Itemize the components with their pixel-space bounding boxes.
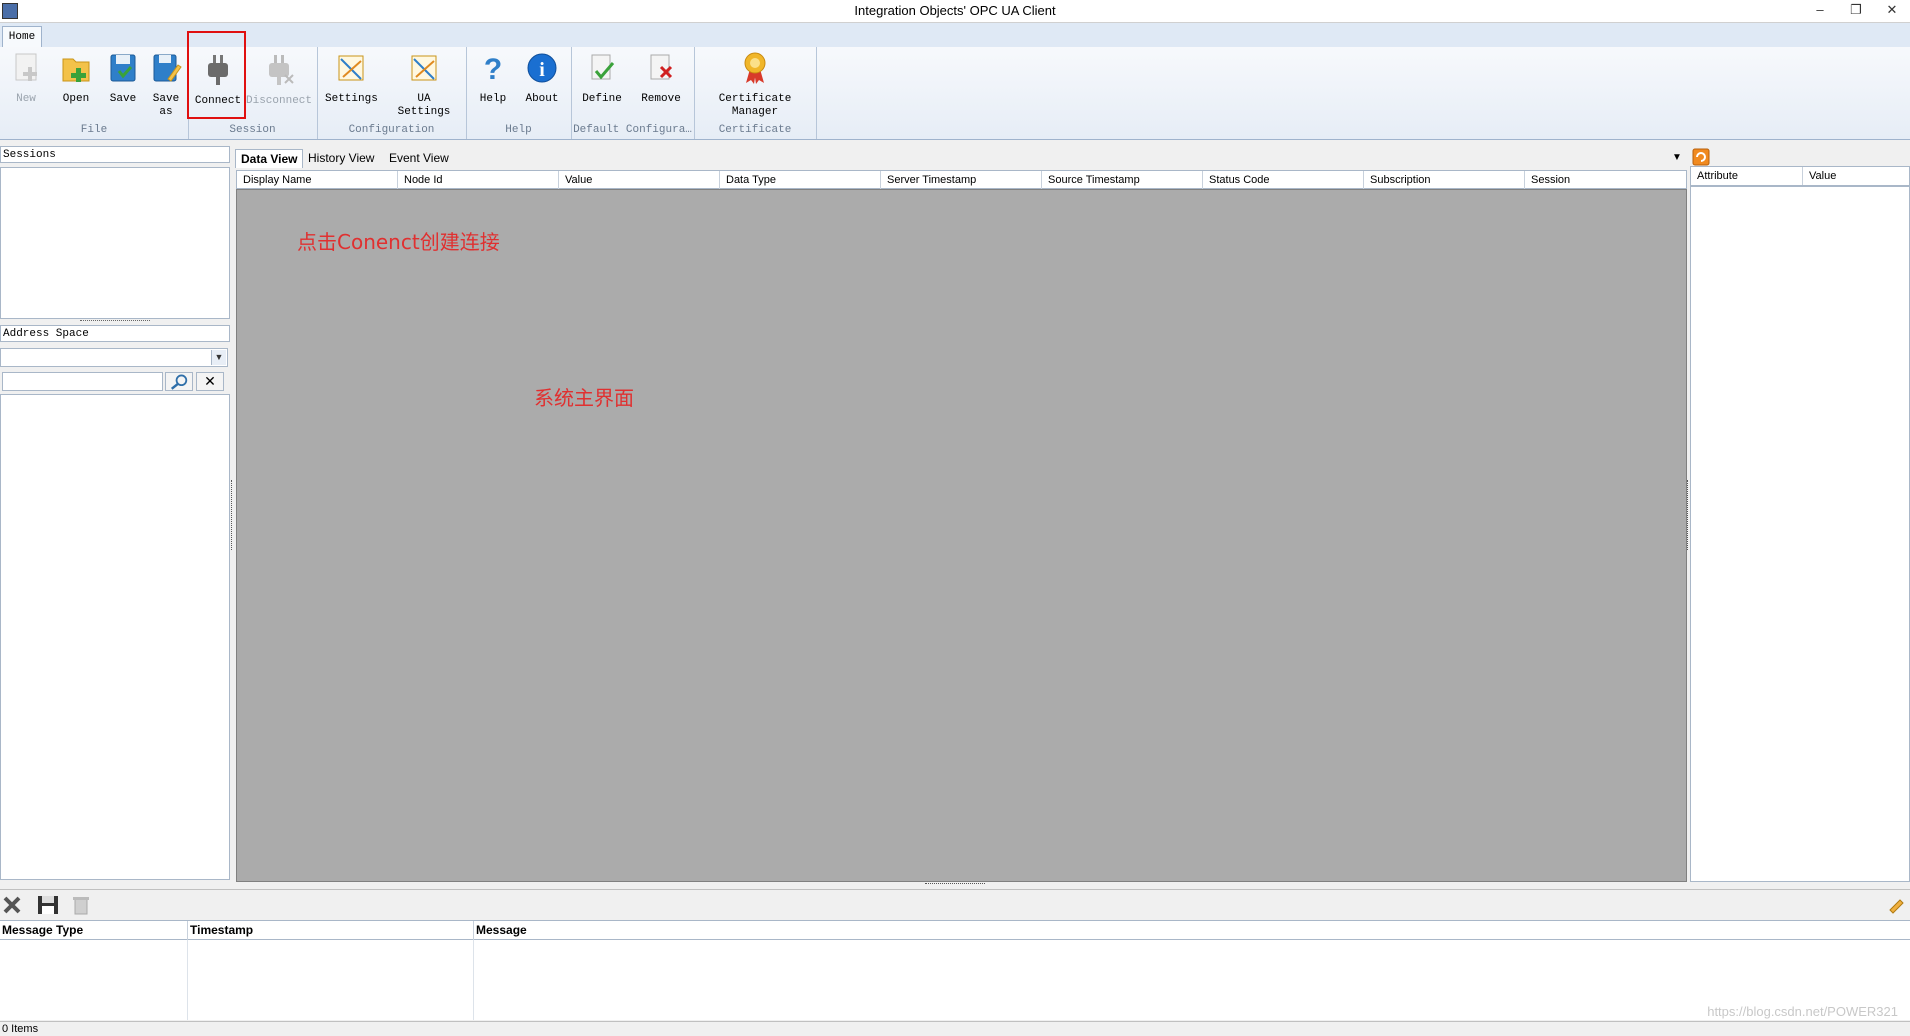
define-check-icon xyxy=(591,54,615,80)
attributes-list[interactable] xyxy=(1690,186,1910,882)
svg-text:i: i xyxy=(539,59,545,81)
group-help: ? Help i About Help xyxy=(466,47,572,139)
group-label-session: Session xyxy=(229,124,276,136)
trash-icon[interactable] xyxy=(70,894,92,916)
splitter-bottom[interactable] xyxy=(925,883,985,888)
group-label-file: File xyxy=(80,124,108,136)
remove-x-icon xyxy=(650,54,673,80)
column-session[interactable]: Session xyxy=(1525,171,1686,189)
minimize-button[interactable]: – xyxy=(1802,0,1838,22)
tab-history-view[interactable]: History View xyxy=(303,149,379,167)
clear-log-icon[interactable] xyxy=(1,894,23,916)
about-button[interactable]: i About xyxy=(520,51,564,106)
column-server-timestamp[interactable]: Server Timestamp xyxy=(881,171,1042,189)
ua-settings-button[interactable]: UA Settings xyxy=(389,51,459,119)
group-certificate: Certificate Manager Certificate xyxy=(694,47,817,139)
watermark: https://blog.csdn.net/POWER321 xyxy=(1707,1004,1898,1019)
tab-event-view[interactable]: Event View xyxy=(384,149,454,167)
new-button[interactable]: New xyxy=(8,51,44,106)
log-header: Message Type Timestamp Message xyxy=(0,920,1910,940)
splitter-left[interactable] xyxy=(231,480,235,550)
new-icon xyxy=(15,53,37,81)
attributes-header: Attribute Value xyxy=(1690,166,1910,186)
group-configuration: Settings UA Settings Configuration xyxy=(317,47,467,139)
open-button[interactable]: Open xyxy=(56,51,96,106)
group-label-configuration: Configuration xyxy=(348,124,435,136)
tab-home[interactable]: Home xyxy=(2,26,42,48)
save-disk-icon xyxy=(110,54,136,82)
attributes-toolbar xyxy=(1690,147,1910,166)
address-space-header: Address Space xyxy=(0,325,230,342)
disconnect-button[interactable]: Disconnect xyxy=(246,53,312,108)
group-label-default-configuration: Default Configura… xyxy=(573,124,692,136)
annotation-connect: 点击Conenct创建连接 xyxy=(297,230,500,254)
pin-icon[interactable] xyxy=(1884,894,1906,916)
column-message[interactable]: Message xyxy=(474,921,1910,940)
status-bar: 0 Items xyxy=(0,1021,1910,1036)
ribbon-tab-row: Home xyxy=(0,23,1910,48)
certificate-ribbon-icon xyxy=(744,52,766,84)
svg-text:?: ? xyxy=(484,53,502,85)
group-file: New Open Save Save as File xyxy=(0,47,189,139)
column-status-code[interactable]: Status Code xyxy=(1203,171,1364,189)
unplug-icon xyxy=(269,55,294,85)
close-button[interactable]: ✕ xyxy=(1874,0,1910,22)
certificate-manager-button[interactable]: Certificate Manager xyxy=(706,51,804,119)
group-label-certificate: Certificate xyxy=(718,124,792,136)
window-title: Integration Objects' OPC UA Client xyxy=(854,3,1056,18)
question-mark-icon: ? xyxy=(484,53,502,86)
save-as-button[interactable]: Save as xyxy=(146,51,186,119)
define-button[interactable]: Define xyxy=(577,51,627,106)
group-default-configuration: Define Remove Default Configura… xyxy=(571,47,695,139)
column-value[interactable]: Value xyxy=(559,171,720,189)
address-space-search-input[interactable] xyxy=(2,372,163,391)
sessions-tree[interactable] xyxy=(0,167,230,319)
tab-overflow-chevron-icon[interactable]: ▼ xyxy=(1667,149,1687,167)
column-attribute[interactable]: Attribute xyxy=(1691,167,1803,185)
log-col-divider xyxy=(187,940,188,1020)
save-as-icon xyxy=(153,54,182,82)
maximize-button[interactable]: ❐ xyxy=(1838,0,1874,22)
ribbon: New Open Save Save as File Connect Disco… xyxy=(0,47,1910,140)
connect-highlight-box xyxy=(187,31,246,119)
tab-data-view[interactable]: Data View xyxy=(235,149,304,168)
chevron-down-icon[interactable]: ▼ xyxy=(211,350,226,365)
remove-button[interactable]: Remove xyxy=(635,51,687,106)
info-icon: i xyxy=(527,53,557,83)
annotation-main-interface: 系统主界面 xyxy=(534,386,634,410)
refresh-icon[interactable] xyxy=(1692,148,1710,166)
column-node-id[interactable]: Node Id xyxy=(398,171,559,189)
column-timestamp[interactable]: Timestamp xyxy=(188,921,474,940)
column-subscription[interactable]: Subscription xyxy=(1364,171,1525,189)
data-grid-body[interactable]: 点击Conenct创建连接 系统主界面 xyxy=(236,189,1687,882)
log-list[interactable] xyxy=(0,940,1910,1020)
address-space-tree[interactable] xyxy=(0,394,230,880)
center-tab-row: Data View History View Event View ▼ xyxy=(235,147,1687,168)
save-button[interactable]: Save xyxy=(104,51,142,106)
save-log-icon[interactable] xyxy=(36,894,60,916)
search-button[interactable] xyxy=(165,372,193,391)
settings-button[interactable]: Settings xyxy=(325,51,378,106)
log-toolbar xyxy=(0,889,1910,920)
ua-settings-icon xyxy=(411,55,437,81)
log-col-divider xyxy=(473,940,474,1020)
open-folder-icon xyxy=(62,58,90,82)
data-grid-header: Display Name Node Id Value Data Type Ser… xyxy=(236,170,1687,189)
column-attribute-value[interactable]: Value xyxy=(1803,167,1909,185)
column-data-type[interactable]: Data Type xyxy=(720,171,881,189)
clear-search-button[interactable]: ✕ xyxy=(196,372,224,391)
group-label-help: Help xyxy=(505,124,532,136)
address-space-dropdown[interactable]: ▼ xyxy=(0,348,228,367)
column-display-name[interactable]: Display Name xyxy=(237,171,398,189)
close-icon: ✕ xyxy=(204,373,216,389)
help-button[interactable]: ? Help xyxy=(474,51,512,106)
column-message-type[interactable]: Message Type xyxy=(0,921,188,940)
title-bar: Integration Objects' OPC UA Client – ❐ ✕ xyxy=(0,0,1910,23)
settings-icon xyxy=(338,55,364,81)
column-source-timestamp[interactable]: Source Timestamp xyxy=(1042,171,1203,189)
search-icon xyxy=(170,374,188,390)
sessions-header: Sessions xyxy=(0,146,230,163)
